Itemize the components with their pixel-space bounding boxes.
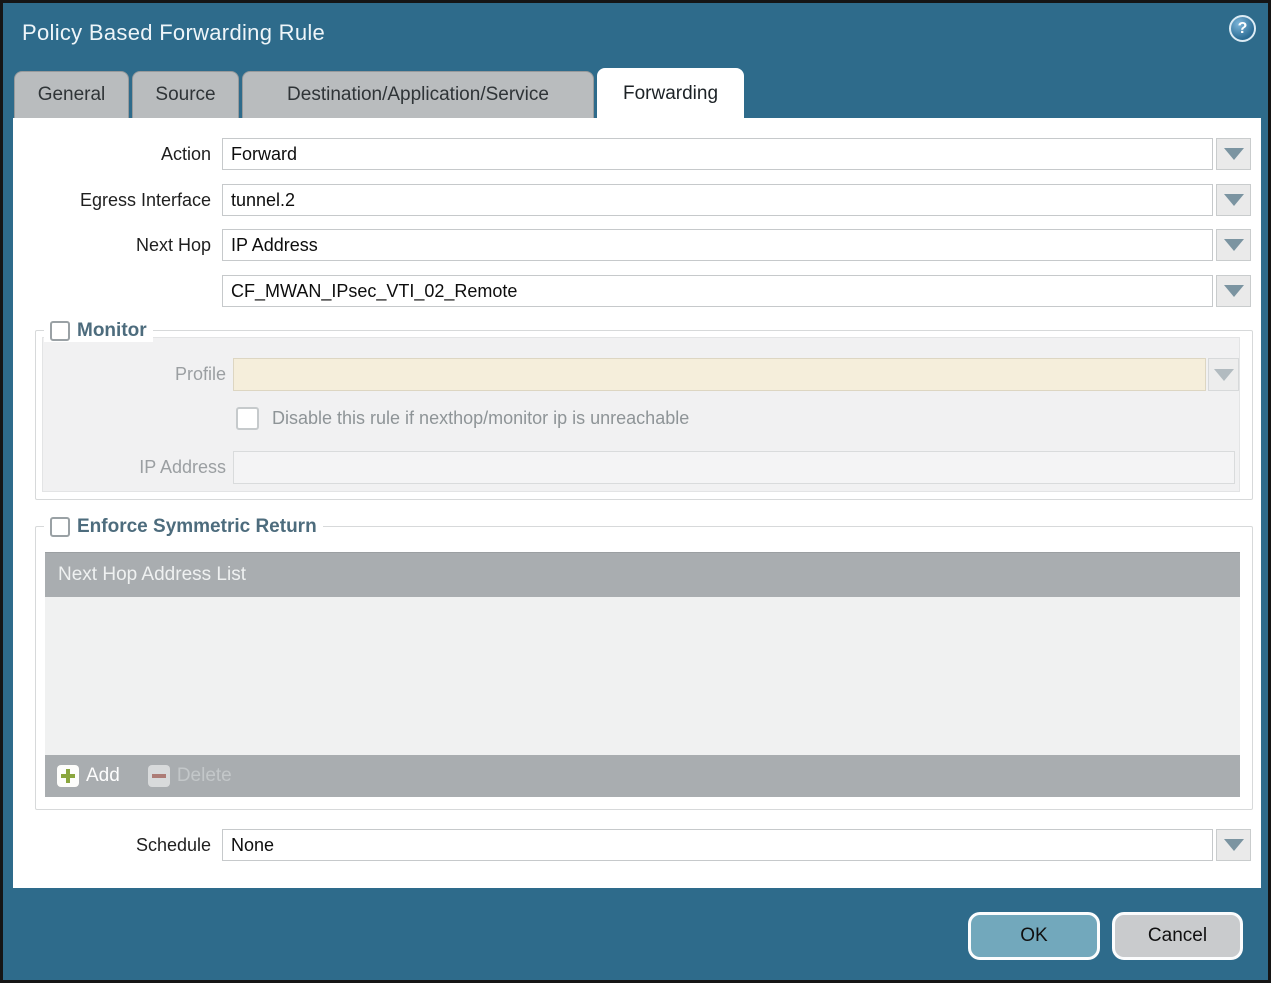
- egress-interface-label: Egress Interface: [13, 184, 211, 216]
- next-hop-address-list-header: Next Hop Address List: [45, 552, 1240, 597]
- profile-select: [233, 358, 1206, 391]
- next-hop-address-row: CF_MWAN_IPsec_VTI_02_Remote: [13, 275, 1261, 307]
- monitor-checkbox[interactable]: [50, 321, 70, 341]
- symmetric-return-group: Enforce Symmetric Return Next Hop Addres…: [35, 516, 1253, 810]
- delete-button: Delete: [148, 765, 232, 787]
- action-select[interactable]: Forward: [222, 138, 1213, 170]
- tab-destination-application-service[interactable]: Destination/Application/Service: [242, 71, 594, 118]
- monitor-group: Monitor Profile Disable this rule if nex…: [35, 320, 1253, 500]
- next-hop-address-select[interactable]: CF_MWAN_IPsec_VTI_02_Remote: [222, 275, 1213, 307]
- disable-rule-row: Disable this rule if nexthop/monitor ip …: [236, 406, 689, 430]
- action-label: Action: [13, 138, 211, 170]
- help-icon[interactable]: ?: [1229, 15, 1256, 42]
- chevron-down-icon: [1224, 285, 1244, 297]
- tab-source[interactable]: Source: [132, 71, 239, 118]
- schedule-select[interactable]: None: [222, 829, 1213, 861]
- egress-interface-dropdown-button[interactable]: [1216, 184, 1251, 216]
- schedule-row: Schedule None: [13, 829, 1261, 861]
- profile-dropdown-button: [1208, 358, 1239, 391]
- tab-bar: General Source Destination/Application/S…: [14, 68, 744, 118]
- next-hop-label: Next Hop: [13, 229, 211, 261]
- monitor-ip-address-input: [233, 451, 1235, 484]
- monitor-legend-label: Monitor: [77, 320, 147, 342]
- next-hop-type-select[interactable]: IP Address: [222, 229, 1213, 261]
- symmetric-return-checkbox[interactable]: [50, 517, 70, 537]
- next-hop-address-list-toolbar: Add Delete: [45, 755, 1240, 797]
- chevron-down-icon: [1224, 148, 1244, 160]
- monitor-legend: Monitor: [44, 320, 153, 342]
- add-button-label: Add: [86, 765, 120, 787]
- egress-interface-row: Egress Interface tunnel.2: [13, 184, 1261, 216]
- tab-general[interactable]: General: [14, 71, 129, 118]
- symmetric-return-legend-label: Enforce Symmetric Return: [77, 516, 317, 538]
- ok-button[interactable]: OK: [968, 912, 1100, 960]
- next-hop-address-list-table: Next Hop Address List Add Delete: [45, 552, 1240, 797]
- monitor-ip-address-label: IP Address: [43, 451, 226, 484]
- chevron-down-icon: [1224, 194, 1244, 206]
- delete-button-label: Delete: [177, 765, 232, 787]
- dialog-title: Policy Based Forwarding Rule: [22, 20, 325, 46]
- next-hop-dropdown-button[interactable]: [1216, 229, 1251, 261]
- chevron-down-icon: [1224, 239, 1244, 251]
- symmetric-return-legend: Enforce Symmetric Return: [44, 516, 323, 538]
- action-row: Action Forward: [13, 138, 1261, 170]
- next-hop-address-dropdown-button[interactable]: [1216, 275, 1251, 307]
- cancel-button[interactable]: Cancel: [1112, 912, 1243, 960]
- schedule-label: Schedule: [13, 829, 211, 861]
- tab-forwarding[interactable]: Forwarding: [597, 68, 744, 118]
- minus-icon: [148, 765, 170, 787]
- monitor-panel: Profile Disable this rule if nexthop/mon…: [42, 337, 1240, 492]
- add-button[interactable]: Add: [57, 765, 120, 787]
- disable-rule-checkbox: [236, 407, 259, 430]
- next-hop-address-list-body[interactable]: [45, 597, 1240, 755]
- pbf-rule-dialog: Policy Based Forwarding Rule ? General S…: [0, 0, 1271, 983]
- chevron-down-icon: [1214, 369, 1234, 381]
- tab-panel-forwarding: Action Forward Egress Interface tunnel.2…: [13, 118, 1261, 888]
- schedule-dropdown-button[interactable]: [1216, 829, 1251, 861]
- profile-label: Profile: [43, 358, 226, 391]
- disable-rule-label: Disable this rule if nexthop/monitor ip …: [272, 406, 689, 430]
- next-hop-row: Next Hop IP Address: [13, 229, 1261, 261]
- chevron-down-icon: [1224, 839, 1244, 851]
- plus-icon: [57, 765, 79, 787]
- egress-interface-select[interactable]: tunnel.2: [222, 184, 1213, 216]
- action-dropdown-button[interactable]: [1216, 138, 1251, 170]
